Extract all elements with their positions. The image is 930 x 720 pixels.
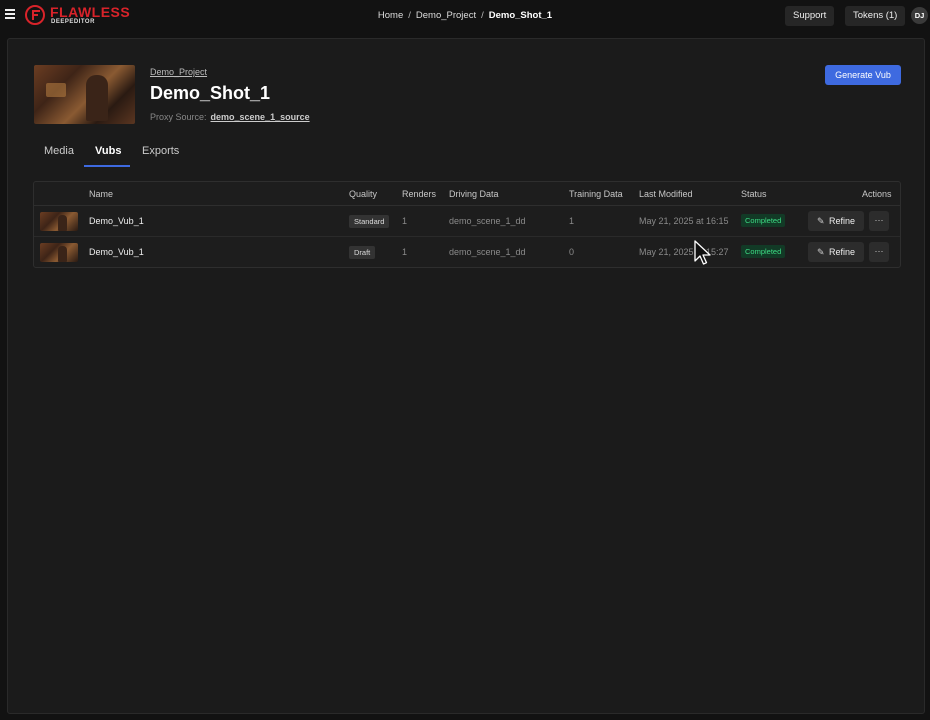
- training-data: 1: [569, 216, 575, 226]
- vubs-table: Name Quality Renders Driving Data Traini…: [33, 181, 901, 268]
- last-modified: May 21, 2025 at 15:27: [639, 247, 729, 257]
- vub-thumbnail: [40, 243, 78, 262]
- column-header-actions: Actions: [862, 189, 892, 199]
- avatar[interactable]: DJ: [911, 7, 928, 24]
- renders-count: 1: [402, 247, 408, 257]
- table-row[interactable]: Demo_Vub_1 Standard 1 demo_scene_1_dd 1 …: [34, 206, 900, 237]
- proxy-source-link[interactable]: demo_scene_1_source: [211, 112, 310, 122]
- driving-data: demo_scene_1_dd: [449, 247, 526, 257]
- column-header-status[interactable]: Status: [741, 189, 767, 199]
- tab-media[interactable]: Media: [44, 145, 74, 157]
- column-header-quality[interactable]: Quality: [349, 189, 377, 199]
- quality-badge: Standard: [349, 215, 390, 228]
- last-modified: May 21, 2025 at 16:15: [639, 216, 729, 226]
- proxy-source: Proxy Source: demo_scene_1_source: [150, 112, 310, 122]
- proxy-label: Proxy Source:: [150, 112, 207, 122]
- generate-vub-button[interactable]: Generate Vub: [825, 65, 901, 85]
- training-data: 0: [569, 247, 575, 257]
- breadcrumb-home[interactable]: Home: [378, 10, 403, 21]
- main-panel: Demo_Project Demo_Shot_1 Proxy Source: de…: [7, 38, 925, 714]
- active-tab-indicator: [84, 165, 130, 167]
- renders-count: 1: [402, 216, 408, 226]
- refine-label: Refine: [829, 216, 856, 226]
- project-link[interactable]: Demo_Project: [150, 67, 207, 77]
- column-header-last-modified[interactable]: Last Modified: [639, 189, 693, 199]
- status-badge: Completed: [741, 214, 786, 227]
- more-options-button[interactable]: ···: [869, 242, 889, 262]
- breadcrumb-project[interactable]: Demo_Project: [416, 10, 476, 21]
- mouse-cursor-icon: [694, 240, 711, 265]
- pencil-icon: ✎: [817, 216, 825, 226]
- refine-button[interactable]: ✎ Refine: [808, 211, 864, 231]
- page-title: Demo_Shot_1: [150, 83, 271, 103]
- vub-name[interactable]: Demo_Vub_1: [89, 247, 144, 257]
- vub-name[interactable]: Demo_Vub_1: [89, 216, 144, 226]
- support-button[interactable]: Support: [785, 6, 835, 26]
- tab-vubs[interactable]: Vubs: [95, 145, 122, 157]
- breadcrumb-current: Demo_Shot_1: [488, 10, 553, 21]
- table-row[interactable]: Demo_Vub_1 Draft 1 demo_scene_1_dd 0 May…: [34, 237, 900, 268]
- tab-exports[interactable]: Exports: [142, 145, 179, 157]
- column-header-renders[interactable]: Renders: [402, 189, 436, 199]
- column-header-driving-data[interactable]: Driving Data: [449, 189, 499, 199]
- refine-button[interactable]: ✎ Refine: [808, 242, 864, 262]
- tokens-button[interactable]: Tokens (1): [845, 6, 906, 26]
- quality-badge: Draft: [349, 246, 376, 259]
- vub-thumbnail: [40, 212, 78, 231]
- pencil-icon: ✎: [817, 247, 825, 257]
- driving-data: demo_scene_1_dd: [449, 216, 526, 226]
- column-header-training-data[interactable]: Training Data: [569, 189, 623, 199]
- top-bar: FLAWLESS DEEPEDITOR Home / Demo_Project / De…: [0, 0, 930, 31]
- refine-label: Refine: [829, 247, 856, 257]
- column-header-name[interactable]: Name: [89, 189, 113, 199]
- shot-thumbnail: [34, 65, 135, 124]
- status-badge: Completed: [741, 245, 786, 258]
- more-options-button[interactable]: ···: [869, 211, 889, 231]
